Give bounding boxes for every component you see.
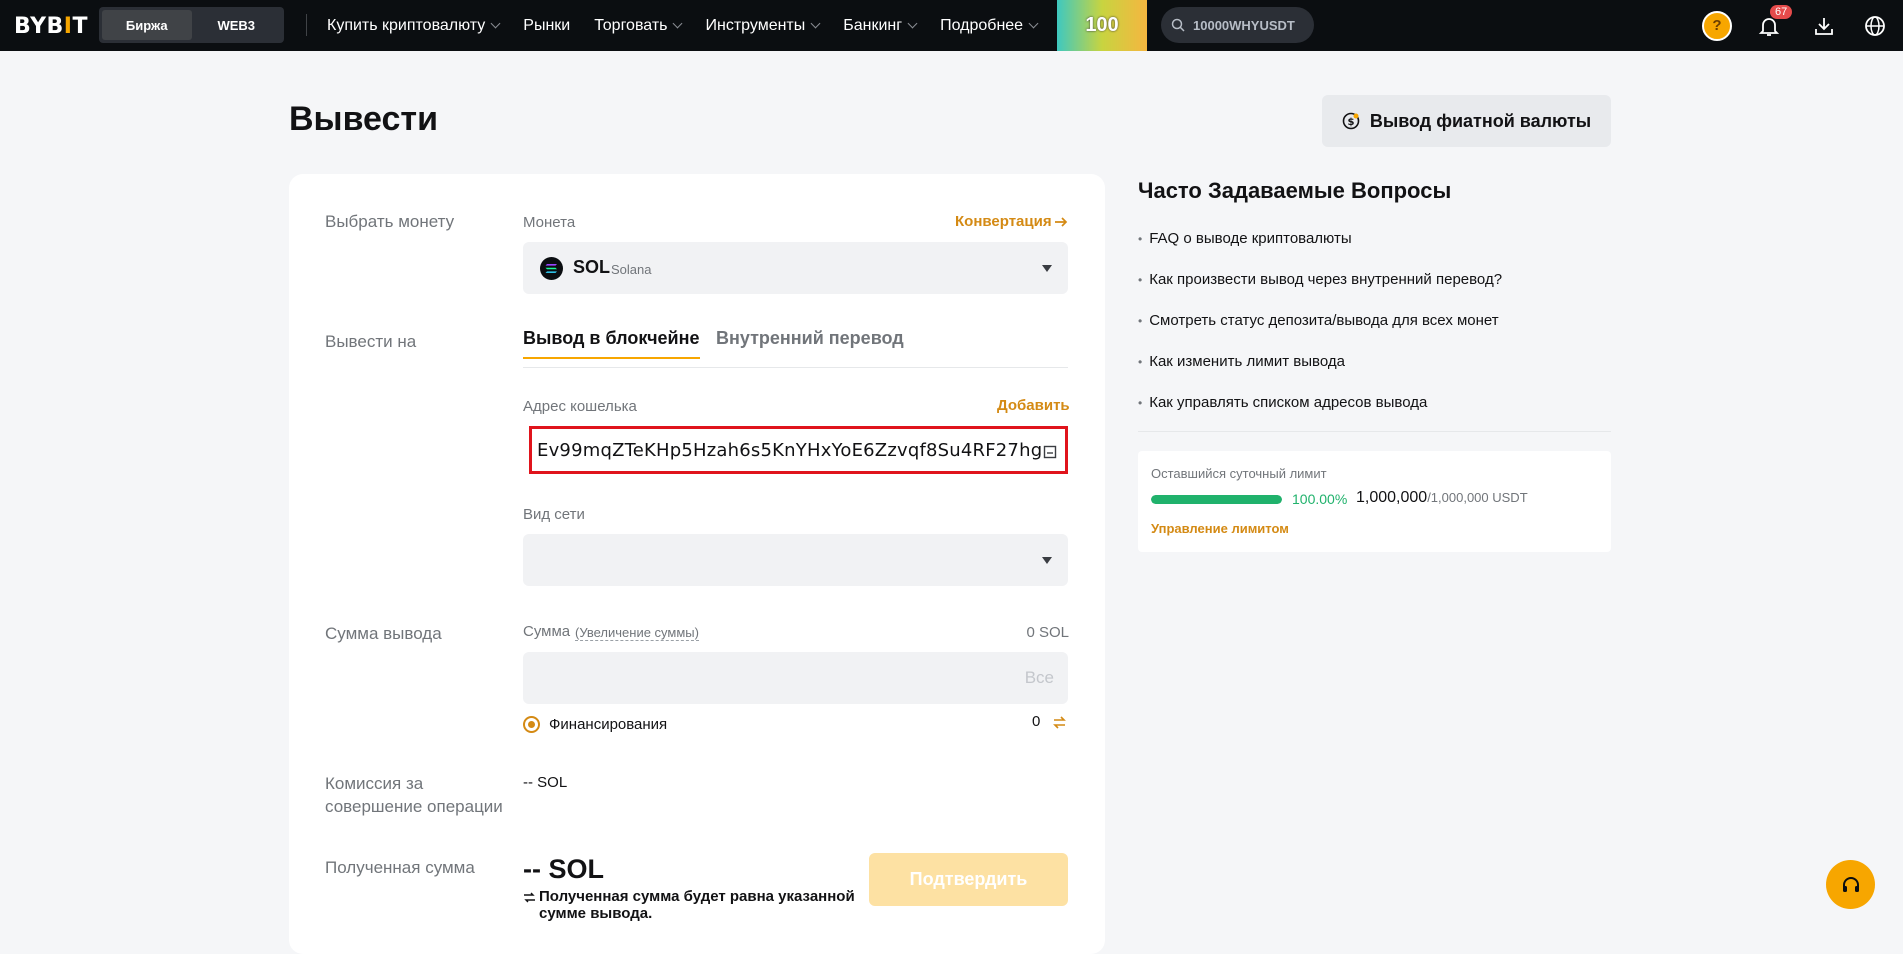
wallet-address-label: Адрес кошелька — [523, 398, 637, 415]
tab-internal-transfer[interactable]: Внутренний перевод — [716, 328, 904, 357]
withdraw-to-label: Вывести на — [325, 332, 417, 351]
received-value: -- SOL — [523, 854, 604, 884]
transfer-icon[interactable] — [1052, 715, 1067, 730]
menu-buy-crypto[interactable]: Купить криптовалюту — [327, 17, 501, 35]
headset-icon — [1842, 876, 1859, 892]
arrow-right-icon — [1054, 216, 1067, 227]
notifications-button[interactable]: 67 — [1752, 0, 1793, 51]
funding-value: 0 — [1032, 713, 1041, 730]
faq-list: FAQ о выводе криптовалюты Как произвести… — [1138, 230, 1611, 435]
coin-symbol: SOL — [573, 257, 611, 277]
mode-switch: Биржа WEB3 — [99, 7, 284, 43]
all-button[interactable]: Все — [1025, 668, 1054, 688]
fee-value: -- SOL — [523, 774, 568, 791]
limit-progress-bar — [1151, 495, 1282, 504]
chevron-down-icon — [673, 18, 683, 29]
wallet-address-input[interactable]: Ev99mqZTeKHp5Hzah6s5KnYHxYoE6Zzvqf8Su4RF… — [529, 426, 1068, 474]
search-icon — [1171, 18, 1185, 32]
download-icon — [1815, 17, 1833, 35]
limit-title: Оставшийся суточный лимит — [1151, 466, 1327, 481]
received-note: Полученная сумма будет равна указанной с… — [523, 888, 863, 922]
amount-row-label: Сумма вывода — [325, 624, 442, 643]
support-chat-button[interactable] — [1826, 860, 1875, 909]
menu-trade[interactable]: Торговать — [594, 17, 683, 35]
chevron-down-icon — [907, 18, 918, 29]
svg-text:$: $ — [1347, 117, 1354, 128]
fiat-withdraw-button[interactable]: $ Вывод фиатной валюты — [1322, 95, 1611, 147]
menu-more[interactable]: Подробнее — [940, 17, 1039, 35]
page-title: Вывести — [289, 100, 438, 138]
avatar: ? — [1702, 10, 1732, 41]
tab-exchange[interactable]: Биржа — [102, 10, 192, 40]
avatar-button[interactable]: ? — [1700, 0, 1734, 51]
download-button[interactable] — [1807, 0, 1841, 51]
network-label: Вид сети — [523, 506, 585, 523]
faq-item[interactable]: Как изменить лимит вывода — [1138, 353, 1611, 394]
funding-radio[interactable] — [523, 716, 540, 733]
caret-down-icon — [1042, 557, 1052, 564]
fee-label: Комиссия за совершение операции — [325, 774, 503, 816]
limit-amount: 1,000,000/1,000,000 USDT — [1356, 489, 1528, 506]
coin-name: Solana — [611, 262, 652, 277]
convert-link[interactable]: Конвертация — [955, 213, 1068, 230]
main-menu: Купить криптовалюту Рынки Торговать Инст… — [327, 0, 1039, 51]
exchange-arrows-icon — [524, 892, 535, 903]
withdraw-tabs: Вывод в блокчейне Внутренний перевод — [523, 328, 1068, 368]
bybit-logo[interactable]: BYBIT — [14, 14, 88, 39]
faq-item[interactable]: Как управлять списком адресов вывода — [1138, 394, 1611, 435]
coin-field-label: Монета — [523, 214, 576, 231]
language-button[interactable] — [1858, 0, 1892, 51]
promo-banner[interactable]: 100 — [1057, 0, 1147, 51]
amount-input[interactable]: Все — [523, 652, 1068, 704]
faq-item[interactable]: Как произвести вывод через внутренний пе… — [1138, 271, 1611, 312]
address-book-icon[interactable] — [1043, 445, 1057, 459]
menu-banking[interactable]: Банкинг — [843, 17, 918, 35]
menu-tools[interactable]: Инструменты — [705, 17, 821, 35]
limit-progress-fill — [1151, 495, 1282, 504]
received-label: Полученная сумма — [325, 858, 475, 877]
add-address-link[interactable]: Добавить — [997, 397, 1070, 414]
solana-icon — [540, 257, 563, 280]
faq-item[interactable]: FAQ о выводе криптовалюты — [1138, 230, 1611, 271]
funding-label: Финансирования — [549, 716, 668, 733]
globe-icon — [1865, 15, 1885, 36]
chevron-down-icon — [810, 18, 821, 29]
faq-divider — [1138, 431, 1611, 432]
search-value: 10000WHYUSDT — [1193, 17, 1295, 33]
amount-label: Сумма — [523, 623, 571, 640]
increase-amount-link[interactable]: (Увеличение суммы) — [575, 625, 699, 641]
withdraw-form: Выбрать монету Монета Конвертация SOL So… — [289, 174, 1105, 954]
manage-limit-link[interactable]: Управление лимитом — [1151, 521, 1289, 536]
wallet-address-value: Ev99mqZTeKHp5Hzah6s5KnYHxYoE6Zzvqf8Su4RF… — [537, 439, 1043, 461]
faq-item[interactable]: Смотреть статус депозита/вывода для всех… — [1138, 312, 1611, 353]
confirm-button[interactable]: Подтвердить — [869, 853, 1068, 906]
tab-web3[interactable]: WEB3 — [192, 10, 282, 40]
limit-percent: 100.00% — [1292, 491, 1348, 507]
nav-divider — [306, 14, 307, 36]
chevron-down-icon — [490, 18, 501, 29]
caret-down-icon — [1042, 265, 1052, 272]
top-navigation: BYBIT Биржа WEB3 Купить криптовалюту Рын… — [0, 0, 1903, 51]
available-balance: 0 SOL — [1026, 624, 1069, 641]
tab-onchain-withdraw[interactable]: Вывод в блокчейне — [523, 328, 700, 359]
chevron-down-icon — [1028, 18, 1039, 29]
search-input[interactable]: 10000WHYUSDT — [1161, 7, 1314, 43]
select-coin-label: Выбрать монету — [325, 212, 455, 231]
notification-badge: 67 — [1770, 5, 1793, 19]
faq-title: Часто Задаваемые Вопросы — [1138, 178, 1452, 203]
fiat-coin-icon: $ — [1342, 112, 1360, 130]
network-select[interactable] — [523, 534, 1068, 586]
daily-limit-card: Оставшийся суточный лимит 100.00% 1,000,… — [1138, 451, 1611, 552]
coin-select[interactable]: SOL Solana — [523, 242, 1068, 294]
menu-markets[interactable]: Рынки — [523, 17, 570, 35]
